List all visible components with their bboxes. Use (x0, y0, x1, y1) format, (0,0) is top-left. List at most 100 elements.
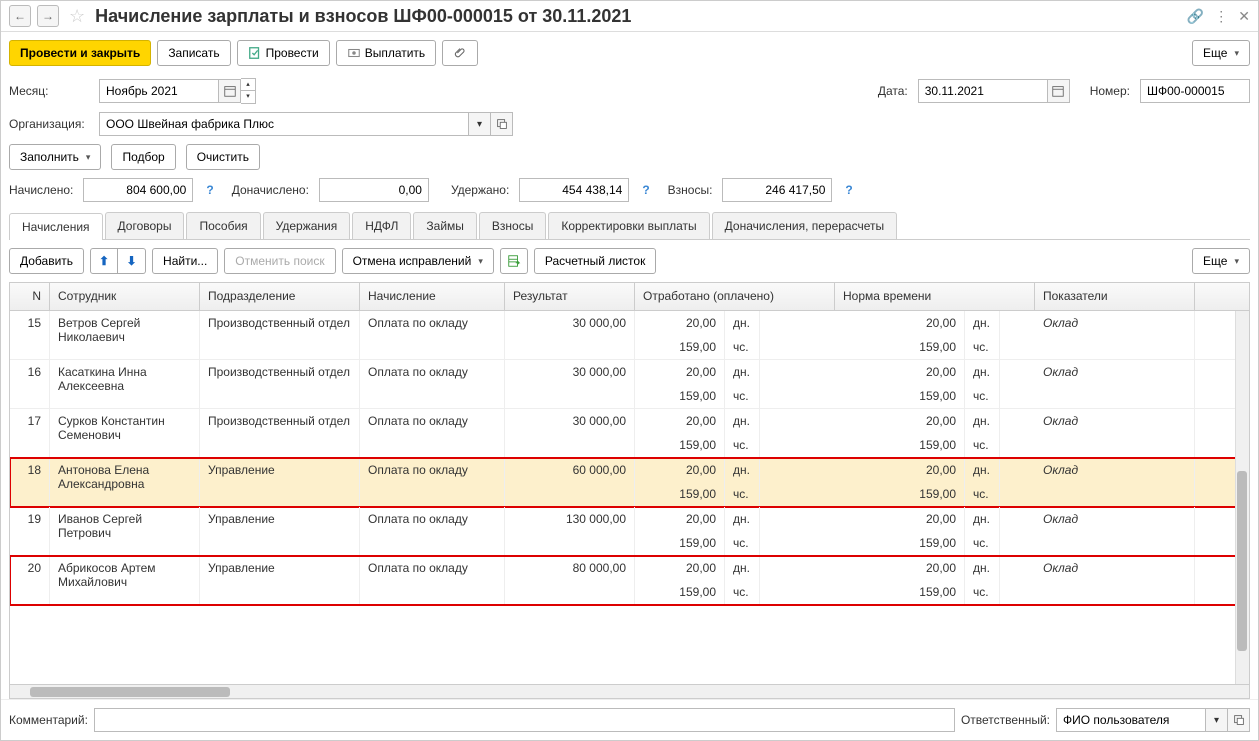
tab-8[interactable]: Доначисления, перерасчеты (712, 212, 897, 239)
cell-dept[interactable]: Управление (200, 507, 360, 555)
accrued-value[interactable] (83, 178, 193, 202)
cell-result[interactable]: 30 000,00 (505, 360, 635, 408)
cell-accrual[interactable]: Оплата по окладу (360, 507, 505, 555)
add-row-button[interactable]: Добавить (9, 248, 84, 274)
cell-employee[interactable]: Сурков Константин Семенович (50, 409, 200, 457)
cell-worked-hours[interactable]: 159,00 (635, 384, 725, 408)
contrib-value[interactable] (722, 178, 832, 202)
number-input[interactable] (1140, 79, 1250, 103)
more-icon[interactable]: ⋮ (1214, 8, 1228, 25)
cell-result[interactable]: 30 000,00 (505, 409, 635, 457)
cell-accrual[interactable]: Оплата по окладу (360, 458, 505, 506)
cell-result[interactable]: 80 000,00 (505, 556, 635, 604)
cell-norm-hours[interactable]: 159,00 (835, 580, 965, 604)
cell-worked-hours[interactable]: 159,00 (635, 335, 725, 359)
find-button[interactable]: Найти... (152, 248, 218, 274)
vertical-scrollbar[interactable] (1235, 311, 1249, 684)
table-more-button[interactable]: Еще (1192, 248, 1250, 274)
table-row[interactable]: 18Антонова Елена АлександровнаУправление… (10, 458, 1249, 507)
favorite-star-icon[interactable]: ☆ (69, 6, 85, 27)
clear-button[interactable]: Очистить (186, 144, 260, 170)
cell-norm-days[interactable]: 20,00 (835, 360, 965, 384)
cell-employee[interactable]: Антонова Елена Александровна (50, 458, 200, 506)
fill-button[interactable]: Заполнить (9, 144, 101, 170)
cell-result[interactable]: 30 000,00 (505, 311, 635, 359)
table-row[interactable]: 15Ветров Сергей НиколаевичПроизводственн… (10, 311, 1249, 360)
nav-back-button[interactable]: ← (9, 5, 31, 27)
month-spinner[interactable]: ▴▾ (241, 78, 256, 104)
responsible-dropdown-button[interactable]: ▾ (1206, 708, 1228, 732)
date-calendar-button[interactable] (1048, 79, 1070, 103)
cell-norm-days[interactable]: 20,00 (835, 507, 965, 531)
cell-worked-days[interactable]: 20,00 (635, 458, 725, 482)
withheld-help[interactable]: ? (642, 183, 649, 197)
col-indicator[interactable]: Показатели (1035, 283, 1195, 310)
cell-dept[interactable]: Производственный отдел (200, 360, 360, 408)
responsible-input[interactable] (1056, 708, 1206, 732)
save-button[interactable]: Записать (157, 40, 230, 66)
org-input[interactable] (99, 112, 469, 136)
cell-employee[interactable]: Касаткина Инна Алексеевна (50, 360, 200, 408)
cell-worked-hours[interactable]: 159,00 (635, 580, 725, 604)
cell-employee[interactable]: Ветров Сергей Николаевич (50, 311, 200, 359)
tab-2[interactable]: Пособия (186, 212, 260, 239)
cell-indicator[interactable]: Оклад (1035, 507, 1195, 555)
cell-accrual[interactable]: Оплата по окладу (360, 360, 505, 408)
col-norm[interactable]: Норма времени (835, 283, 1035, 310)
tab-5[interactable]: Займы (413, 212, 477, 239)
date-input[interactable] (918, 79, 1048, 103)
attach-button[interactable] (442, 40, 478, 66)
table-row[interactable]: 20Абрикосов Артем МихайловичУправлениеОп… (10, 556, 1249, 605)
cell-dept[interactable]: Производственный отдел (200, 311, 360, 359)
col-dept[interactable]: Подразделение (200, 283, 360, 310)
tab-3[interactable]: Удержания (263, 212, 351, 239)
accrued-help[interactable]: ? (206, 183, 213, 197)
col-result[interactable]: Результат (505, 283, 635, 310)
post-button[interactable]: Провести (237, 40, 330, 66)
responsible-open-button[interactable] (1228, 708, 1250, 732)
cell-indicator[interactable]: Оклад (1035, 409, 1195, 457)
month-calendar-button[interactable] (219, 79, 241, 103)
cell-worked-hours[interactable]: 159,00 (635, 482, 725, 506)
cell-indicator[interactable]: Оклад (1035, 311, 1195, 359)
cell-norm-days[interactable]: 20,00 (835, 556, 965, 580)
comment-input[interactable] (94, 708, 955, 732)
cell-accrual[interactable]: Оплата по окладу (360, 311, 505, 359)
cell-dept[interactable]: Управление (200, 556, 360, 604)
org-open-button[interactable] (491, 112, 513, 136)
move-up-button[interactable]: ⬆ (90, 248, 118, 274)
cancel-find-button[interactable]: Отменить поиск (224, 248, 335, 274)
cell-dept[interactable]: Управление (200, 458, 360, 506)
close-icon[interactable]: ✕ (1238, 8, 1250, 25)
cell-indicator[interactable]: Оклад (1035, 458, 1195, 506)
cancel-corrections-button[interactable]: Отмена исправлений (342, 248, 494, 274)
cell-norm-days[interactable]: 20,00 (835, 458, 965, 482)
cell-indicator[interactable]: Оклад (1035, 556, 1195, 604)
move-down-button[interactable]: ⬇ (118, 248, 146, 274)
tab-0[interactable]: Начисления (9, 213, 103, 240)
contrib-help[interactable]: ? (845, 183, 852, 197)
col-accrual[interactable]: Начисление (360, 283, 505, 310)
col-employee[interactable]: Сотрудник (50, 283, 200, 310)
table-row[interactable]: 19Иванов Сергей ПетровичУправлениеОплата… (10, 507, 1249, 556)
cell-result[interactable]: 60 000,00 (505, 458, 635, 506)
more-button[interactable]: Еще (1192, 40, 1250, 66)
cell-norm-hours[interactable]: 159,00 (835, 531, 965, 555)
org-dropdown-button[interactable]: ▾ (469, 112, 491, 136)
cell-worked-days[interactable]: 20,00 (635, 360, 725, 384)
cell-worked-hours[interactable]: 159,00 (635, 531, 725, 555)
table-row[interactable]: 17Сурков Константин СеменовичПроизводств… (10, 409, 1249, 458)
col-n[interactable]: N (10, 283, 50, 310)
cell-worked-hours[interactable]: 159,00 (635, 433, 725, 457)
cell-accrual[interactable]: Оплата по окладу (360, 409, 505, 457)
nav-forward-button[interactable]: → (37, 5, 59, 27)
payslip-button[interactable]: Расчетный листок (534, 248, 656, 274)
cell-worked-days[interactable]: 20,00 (635, 311, 725, 335)
withheld-value[interactable] (519, 178, 629, 202)
show-details-button[interactable] (500, 248, 528, 274)
post-and-close-button[interactable]: Провести и закрыть (9, 40, 151, 66)
cell-norm-days[interactable]: 20,00 (835, 311, 965, 335)
cell-worked-days[interactable]: 20,00 (635, 556, 725, 580)
select-button[interactable]: Подбор (111, 144, 175, 170)
cell-accrual[interactable]: Оплата по окладу (360, 556, 505, 604)
